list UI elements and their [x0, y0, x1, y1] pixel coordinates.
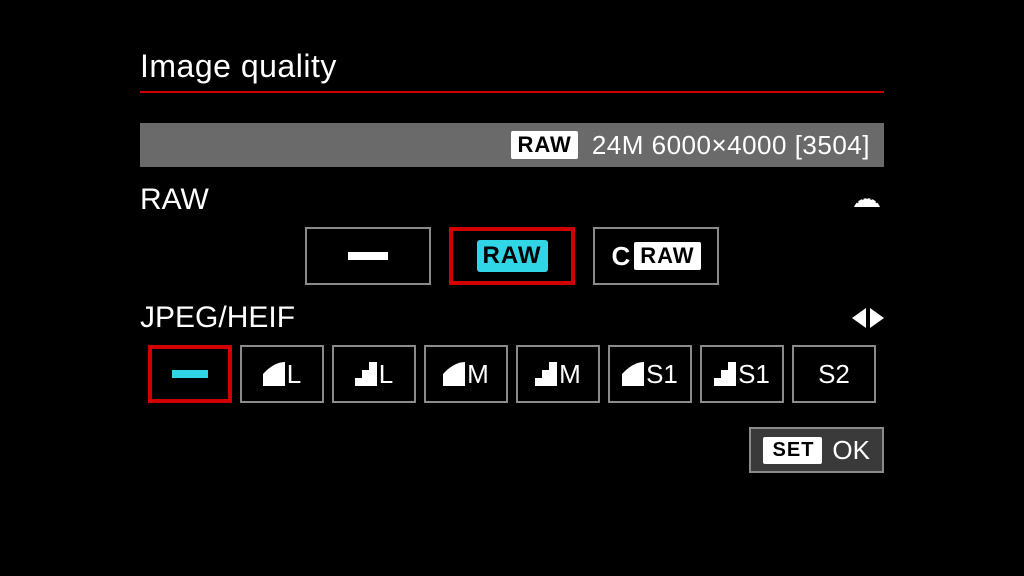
image-quality-screen: Image quality RAW 24M 6000×4000 [3504] R… — [0, 0, 1024, 473]
size-label: S1 — [646, 359, 678, 390]
jpeg-option-fine-s1[interactable]: S1 — [608, 345, 692, 403]
title-bar: Image quality — [140, 48, 884, 93]
jpeg-option-normal-s1[interactable]: S1 — [700, 345, 784, 403]
fine-quality-icon — [622, 362, 644, 386]
raw-option-none[interactable] — [305, 227, 431, 285]
jpeg-option-fine-m[interactable]: M — [424, 345, 508, 403]
jpeg-row-header: JPEG/HEIF — [140, 301, 884, 335]
raw-option-raw[interactable]: RAW — [449, 227, 575, 285]
page-title: Image quality — [140, 48, 884, 85]
set-badge: SET — [763, 437, 823, 464]
size-label: S1 — [738, 359, 770, 390]
nav-arrows[interactable] — [852, 308, 884, 328]
jpeg-option-normal-l[interactable]: L — [332, 345, 416, 403]
resolution-text: 24M 6000×4000 [3504] — [592, 130, 870, 161]
fine-quality-icon — [263, 362, 285, 386]
title-underline — [140, 91, 884, 93]
jpeg-options: L L M M S1 S1 S2 — [140, 345, 884, 403]
size-label: M — [559, 359, 581, 390]
footer: SET OK — [140, 427, 884, 473]
raw-row-header: RAW — [140, 183, 884, 217]
dash-icon — [348, 252, 388, 260]
dash-icon — [172, 370, 208, 378]
jpeg-option-none[interactable] — [148, 345, 232, 403]
size-label: L — [287, 359, 301, 390]
status-bar: RAW 24M 6000×4000 [3504] — [140, 123, 884, 167]
arrow-left-icon — [852, 308, 866, 328]
raw-badge: RAW — [511, 131, 577, 159]
craw-prefix: C — [611, 241, 630, 272]
jpeg-option-normal-m[interactable]: M — [516, 345, 600, 403]
jpeg-option-s2[interactable]: S2 — [792, 345, 876, 403]
fine-quality-icon — [443, 362, 465, 386]
ok-label: OK — [832, 435, 870, 466]
raw-chip: RAW — [477, 240, 548, 272]
raw-options: RAW C RAW — [140, 227, 884, 285]
size-label: L — [379, 359, 393, 390]
size-label: S2 — [818, 359, 850, 390]
jpeg-option-fine-l[interactable]: L — [240, 345, 324, 403]
normal-quality-icon — [355, 362, 377, 386]
craw-label-group: C RAW — [611, 241, 700, 272]
raw-label: RAW — [140, 183, 209, 217]
jpeg-label: JPEG/HEIF — [140, 301, 295, 335]
normal-quality-icon — [714, 362, 736, 386]
raw-option-craw[interactable]: C RAW — [593, 227, 719, 285]
normal-quality-icon — [535, 362, 557, 386]
dial-icon — [850, 191, 884, 209]
craw-badge: RAW — [634, 242, 700, 270]
ok-button[interactable]: SET OK — [749, 427, 884, 473]
size-label: M — [467, 359, 489, 390]
arrow-right-icon — [870, 308, 884, 328]
